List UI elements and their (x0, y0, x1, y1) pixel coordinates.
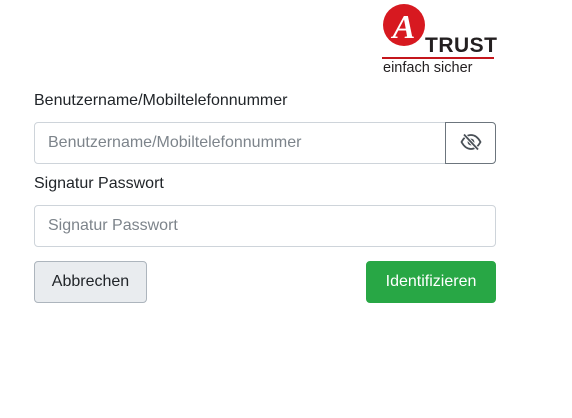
a-trust-logo: A TRUST einfach sicher (380, 2, 498, 78)
identify-button[interactable]: Identifizieren (366, 261, 496, 303)
cancel-button[interactable]: Abbrechen (34, 261, 147, 303)
username-label: Benutzername/Mobiltelefonnummer (34, 92, 288, 109)
username-input[interactable] (34, 122, 446, 164)
eye-slash-icon (459, 132, 482, 154)
logo-underline (382, 57, 494, 59)
logo-slogan: einfach sicher (383, 60, 473, 76)
password-label: Signatur Passwort (34, 175, 164, 192)
toggle-visibility-button[interactable] (445, 122, 496, 164)
logo-letter: A (391, 9, 416, 46)
login-page: A TRUST einfach sicher Benutzername/Mobi… (0, 0, 572, 418)
logo-brand-name: TRUST (425, 34, 498, 57)
password-input[interactable] (34, 205, 496, 247)
